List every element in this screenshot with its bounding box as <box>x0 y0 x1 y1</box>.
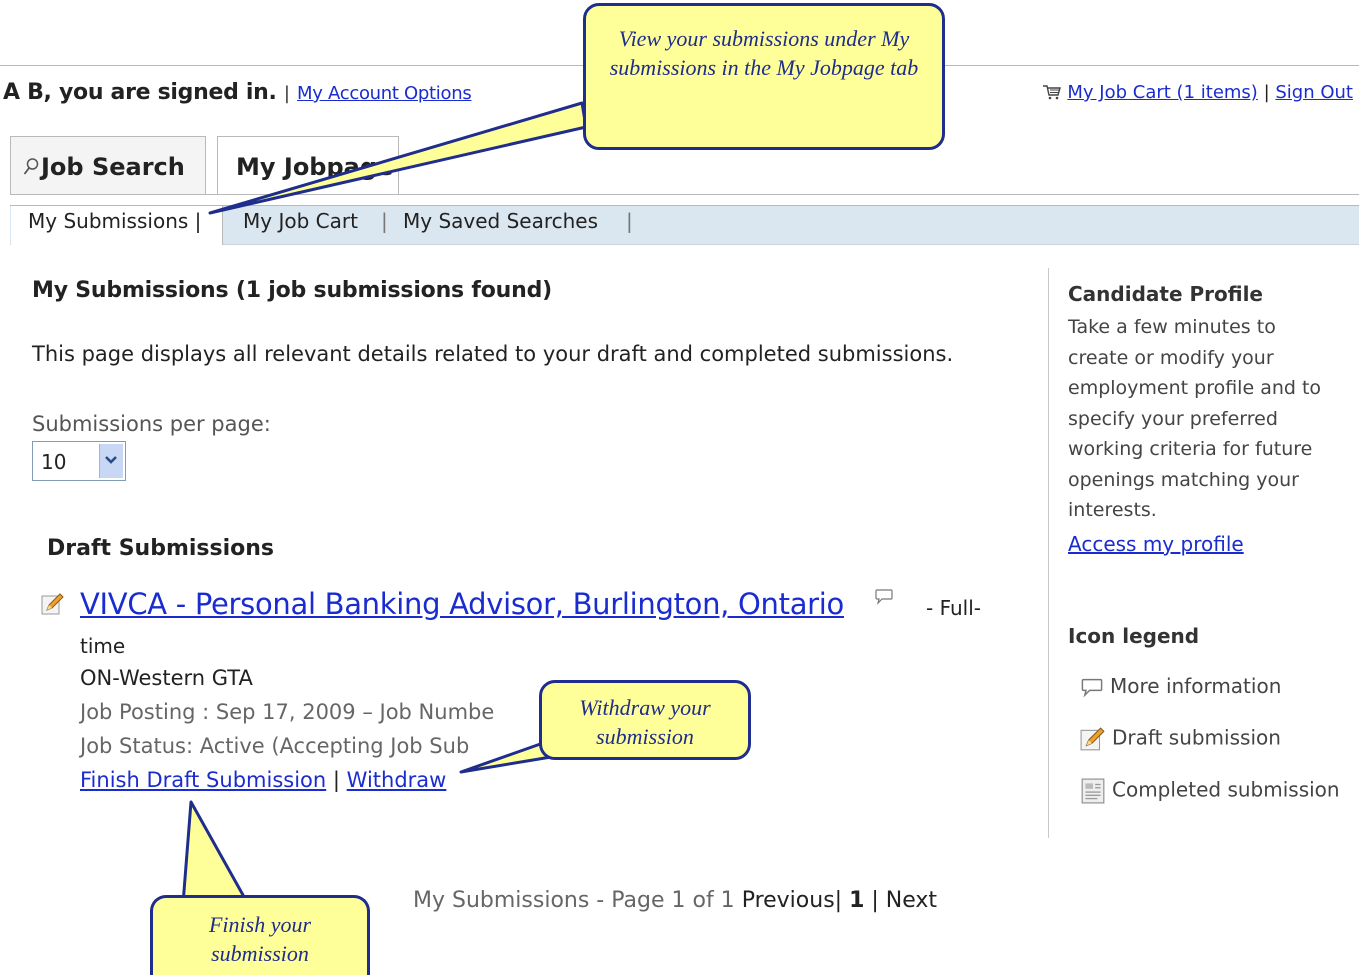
subnav-separator: | <box>626 209 633 233</box>
chevron-down-icon <box>105 456 117 464</box>
tab-baseline <box>10 194 1359 195</box>
access-profile-link[interactable]: Access my profile <box>1068 532 1244 556</box>
subnav-my-saved-searches[interactable]: My Saved Searches <box>403 209 598 233</box>
speech-bubble-icon[interactable] <box>874 588 894 606</box>
callout-withdraw: Withdraw your submission <box>539 680 751 760</box>
document-icon <box>1081 778 1105 804</box>
page-title: My Submissions (1 job submissions found) <box>32 278 553 303</box>
per-page-select[interactable]: 10 <box>32 441 126 481</box>
dropdown-button[interactable] <box>99 444 123 478</box>
callout-view-submissions: View your submissions under My submissio… <box>583 3 945 150</box>
pagination-previous[interactable]: Previous| <box>742 888 842 913</box>
cart-icon <box>1043 85 1062 100</box>
legend-label: More information <box>1110 674 1282 698</box>
header-separator: | <box>283 83 290 104</box>
speech-bubble-icon <box>1081 678 1103 698</box>
tab-job-search[interactable]: Job Search <box>10 136 206 194</box>
legend-item-more-info: More information <box>1080 674 1281 699</box>
job-cart-link[interactable]: My Job Cart (1 items) <box>1067 82 1257 103</box>
subnav-my-submissions[interactable]: My Submissions | <box>28 209 201 233</box>
pencil-icon <box>1080 727 1105 751</box>
header-separator: | <box>1263 82 1270 103</box>
job-posting-info: Job Posting : Sep 17, 2009 – Job Numbe <box>80 700 495 724</box>
pagination-next[interactable]: | Next <box>871 888 937 913</box>
subnav-my-job-cart[interactable]: My Job Cart <box>243 209 358 233</box>
tab-label: Job Search <box>41 153 185 181</box>
tab-my-jobpage[interactable]: My Jobpage <box>217 136 399 194</box>
subnav-separator: | <box>381 209 388 233</box>
pagination-current-page: 1 <box>849 888 865 913</box>
job-type-continued: time <box>80 634 126 658</box>
pencil-icon <box>41 593 64 615</box>
legend-label: Draft submission <box>1112 725 1281 750</box>
sidebar-divider <box>1048 268 1049 838</box>
per-page-label: Submissions per page: <box>32 412 271 436</box>
tab-label: My Jobpage <box>236 153 394 181</box>
action-separator: | <box>332 768 340 792</box>
job-title-link[interactable]: VIVCA - Personal Banking Advisor, Burlin… <box>80 587 844 621</box>
search-icon <box>23 158 39 175</box>
job-type: - Full- <box>926 596 981 620</box>
callout-pointer-finish <box>181 800 250 906</box>
account-options-link[interactable]: My Account Options <box>297 83 472 104</box>
callout-finish: Finish your submission <box>150 895 370 975</box>
candidate-profile-heading: Candidate Profile <box>1068 282 1263 306</box>
job-status-info: Job Status: Active (Accepting Job Sub <box>80 734 470 758</box>
pagination: My Submissions - Page 1 of 1 Previous| 1… <box>413 888 937 913</box>
draft-submissions-heading: Draft Submissions <box>47 536 275 561</box>
icon-legend-heading: Icon legend <box>1068 624 1200 648</box>
pagination-text: My Submissions - Page 1 of 1 <box>413 888 735 913</box>
legend-label: Completed submission <box>1112 777 1340 802</box>
page-description: This page displays all relevant details … <box>32 342 954 366</box>
per-page-value: 10 <box>41 450 67 474</box>
signed-in-status: A B, you are signed in. | My Account Opt… <box>3 80 472 105</box>
withdraw-link[interactable]: Withdraw <box>347 768 447 792</box>
finish-draft-link[interactable]: Finish Draft Submission <box>80 768 326 792</box>
legend-item-draft: Draft submission <box>1080 724 1281 754</box>
legend-item-completed: Completed submission <box>1080 776 1340 806</box>
candidate-profile-text: Take a few minutes to create or modify y… <box>1068 316 1322 521</box>
header-right: My Job Cart (1 items) | Sign Out <box>1042 82 1353 103</box>
job-location: ON-Western GTA <box>80 666 253 690</box>
job-actions: Finish Draft Submission | Withdraw <box>80 768 446 792</box>
sign-out-link[interactable]: Sign Out <box>1275 82 1353 103</box>
signed-in-text: A B, you are signed in. <box>3 80 277 105</box>
